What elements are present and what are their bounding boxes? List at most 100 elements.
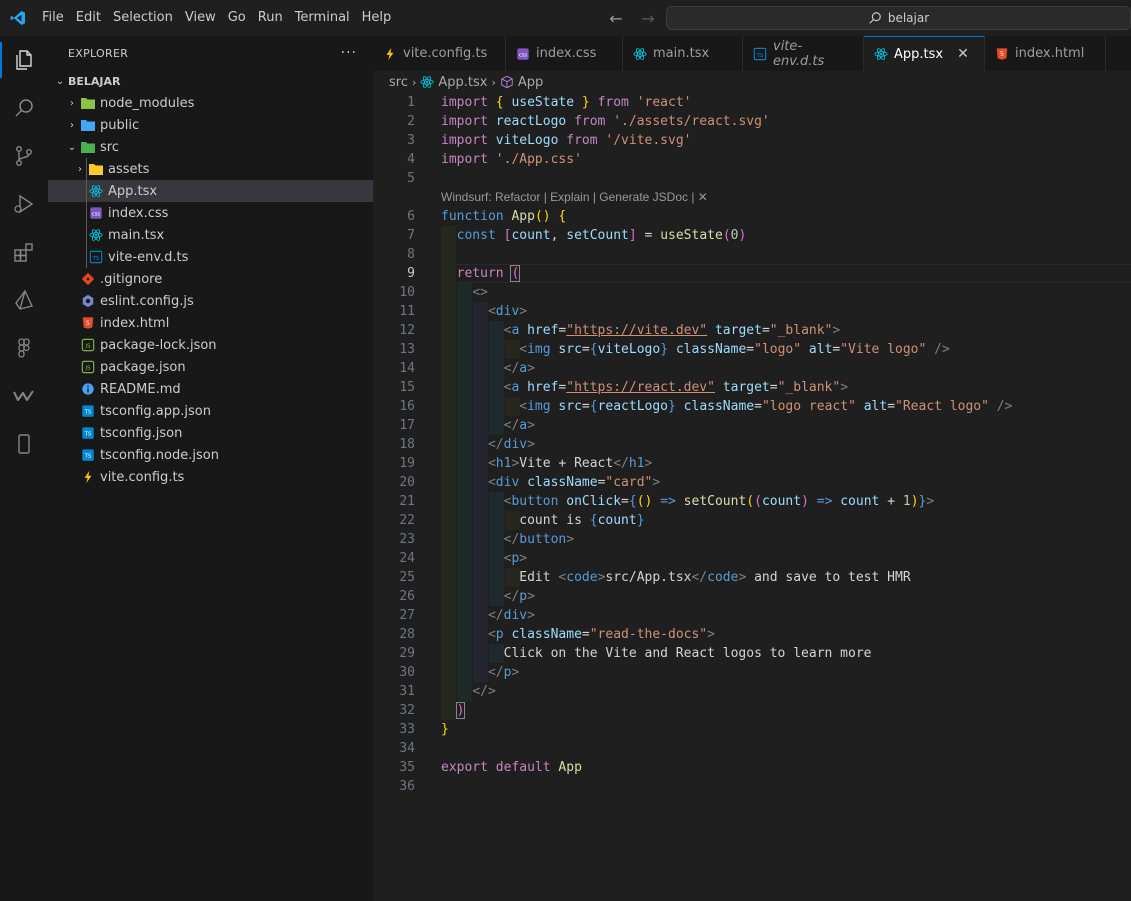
explorer-icon[interactable] — [0, 36, 48, 84]
code-token: > — [738, 570, 747, 585]
html-file-icon: 5 — [995, 47, 1009, 61]
code-token: div — [495, 475, 520, 490]
tree-file[interactable]: main.tsx — [48, 224, 373, 246]
menu-view[interactable]: View — [179, 0, 222, 36]
workspace-folder-header[interactable]: ⌄ BELAJAR — [48, 70, 373, 92]
menu-help[interactable]: Help — [356, 0, 398, 36]
tree-file[interactable]: eslint.config.js — [48, 290, 373, 312]
code-token: <> — [472, 285, 488, 300]
tree-file[interactable]: TS tsconfig.app.json — [48, 400, 373, 422]
tree-folder[interactable]: › public — [48, 114, 373, 136]
tree-file[interactable]: .gitignore — [48, 268, 373, 290]
editor-tab[interactable]: App.tsx ✕ — [864, 36, 985, 71]
explorer-sidebar: EXPLORER ··· ⌄ BELAJAR › node_modules › pub… — [48, 36, 373, 901]
line-number: 20 — [399, 475, 415, 490]
prisma-icon[interactable] — [0, 276, 48, 324]
code-token: "https://react.dev" — [566, 380, 715, 395]
code-token: = — [887, 399, 896, 414]
code-token: viteLogo — [495, 133, 559, 148]
code-token: { — [589, 342, 598, 357]
code-line: 34 — [373, 739, 1131, 758]
code-token: > — [652, 475, 661, 490]
tree-file[interactable]: TS tsconfig.json — [48, 422, 373, 444]
close-icon[interactable]: ✕ — [957, 46, 969, 62]
eslint-icon — [80, 293, 96, 309]
tree-file[interactable]: vite.config.ts — [48, 466, 373, 488]
indent-guide — [86, 246, 87, 268]
line-number: 11 — [399, 304, 415, 319]
menu-go[interactable]: Go — [222, 0, 252, 36]
breadcrumb-folder[interactable]: src — [389, 75, 408, 90]
code-line: 25 Edit <code>src/App.tsx</code> and sav… — [373, 568, 1131, 587]
tree-file[interactable]: TS vite-env.d.ts — [48, 246, 373, 268]
figma-icon[interactable] — [0, 324, 48, 372]
more-actions-icon[interactable]: ··· — [341, 45, 357, 61]
back-arrow-icon[interactable]: ← — [606, 9, 626, 28]
tsconfig-icon: TS — [80, 403, 96, 419]
code-editor[interactable]: 1 import { useState } from 'react' 2 impor… — [373, 93, 1131, 796]
editor-tab[interactable]: TS vite-env.d.ts — [743, 36, 864, 71]
command-center-search[interactable]: belajar — [666, 6, 1131, 30]
source-control-icon[interactable] — [0, 132, 48, 180]
forward-arrow-icon[interactable]: → — [638, 9, 658, 28]
editor-tab[interactable]: 5 index.html — [985, 36, 1106, 71]
code-token: setCount — [566, 228, 629, 243]
tree-item-label: vite-env.d.ts — [108, 249, 189, 265]
code-token: </ — [503, 589, 520, 604]
code-token: /> — [934, 342, 950, 357]
code-token: ) — [738, 228, 747, 243]
code-token: </ — [487, 608, 504, 623]
code-token: h1 — [495, 456, 512, 471]
code-token: img — [527, 342, 551, 357]
menu-run[interactable]: Run — [252, 0, 289, 36]
code-token: > — [566, 532, 575, 547]
code-token: { — [495, 95, 504, 110]
tree-file[interactable]: TS tsconfig.node.json — [48, 444, 373, 466]
code-token: Edit — [519, 570, 551, 585]
code-token: { — [558, 209, 567, 224]
breadcrumb-file[interactable]: App.tsx — [438, 75, 487, 90]
menu-edit[interactable]: Edit — [70, 0, 107, 36]
code-token: = — [581, 342, 590, 357]
tree-file[interactable]: css index.css — [48, 202, 373, 224]
line-number: 5 — [407, 171, 415, 186]
tree-file[interactable]: JS package-lock.json — [48, 334, 373, 356]
line-number: 32 — [399, 703, 415, 718]
editor-tab[interactable]: main.tsx — [623, 36, 743, 71]
search-view-icon[interactable] — [0, 84, 48, 132]
code-line: 17 </a> — [373, 416, 1131, 435]
react-icon — [88, 183, 104, 199]
code-token: count — [511, 228, 551, 243]
react-icon — [88, 227, 104, 243]
file-tree: › node_modules › public ⌄ src › assets App.tsx cs… — [48, 92, 373, 488]
mobile-device-icon[interactable] — [0, 420, 48, 468]
tab-label: vite-env.d.ts — [773, 38, 825, 69]
code-token: 'react' — [636, 95, 692, 110]
tree-folder[interactable]: › assets — [48, 158, 373, 180]
line-number: 17 — [399, 418, 415, 433]
tree-file[interactable]: README.md — [48, 378, 373, 400]
editor-tab[interactable]: css index.css — [506, 36, 623, 71]
code-token: button — [519, 532, 567, 547]
vite-icon — [80, 469, 96, 485]
code-token: "React logo" — [895, 399, 989, 414]
svg-text:css: css — [92, 212, 101, 218]
menu-selection[interactable]: Selection — [107, 0, 179, 36]
tree-folder[interactable]: ⌄ src — [48, 136, 373, 158]
code-token: button — [511, 494, 559, 509]
menu-terminal[interactable]: Terminal — [289, 0, 356, 36]
code-line: 30 </p> — [373, 663, 1131, 682]
menu-file[interactable]: File — [36, 0, 70, 36]
extensions-icon[interactable] — [0, 228, 48, 276]
codelens-actions[interactable]: Windsurf: Refactor | Explain | Generate … — [441, 188, 708, 207]
editor-tab[interactable]: vite.config.ts — [373, 36, 506, 71]
tree-file[interactable]: App.tsx — [48, 180, 373, 202]
tree-file[interactable]: JS package.json — [48, 356, 373, 378]
tree-file[interactable]: 5 index.html — [48, 312, 373, 334]
run-debug-icon[interactable] — [0, 180, 48, 228]
tree-folder[interactable]: › node_modules — [48, 92, 373, 114]
breadcrumb-symbol[interactable]: App — [518, 75, 543, 90]
windsurf-codelens[interactable]: Windsurf: Refactor | Explain | Generate … — [373, 188, 1131, 207]
windsurf-icon[interactable] — [0, 372, 48, 420]
code-token: import — [441, 95, 488, 110]
